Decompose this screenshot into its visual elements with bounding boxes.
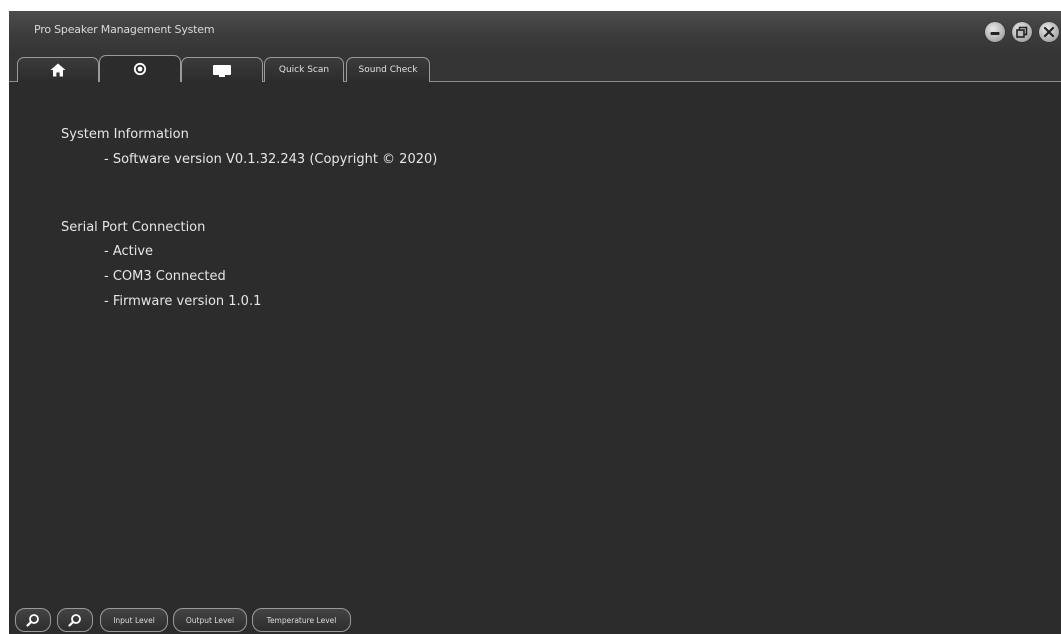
close-button[interactable] (1039, 22, 1059, 42)
zoom-in-icon (26, 614, 39, 627)
temperature-level-label: Temperature Level (266, 615, 337, 625)
monitor-icon (213, 64, 231, 77)
restore-icon (1016, 26, 1028, 38)
tab-quick-scan-label: Quick Scan (278, 65, 330, 75)
system-info-heading: System Information (61, 127, 189, 142)
tab-quick-scan[interactable]: Quick Scan (264, 57, 344, 82)
serial-port-heading: Serial Port Connection (61, 220, 206, 235)
restore-button[interactable] (1012, 22, 1032, 42)
zoom-out-button[interactable] (57, 608, 93, 632)
input-level-label: Input Level (113, 615, 155, 625)
home-icon (50, 63, 66, 77)
zoom-out-icon (68, 614, 81, 627)
firmware-version-text: - Firmware version 1.0.1 (104, 294, 262, 309)
app-window: Pro Speaker Management System Quick Scan… (9, 11, 1061, 634)
minimize-icon (990, 32, 1000, 35)
tab-sound-check[interactable]: Sound Check (346, 57, 430, 82)
close-icon (1043, 26, 1055, 38)
window-controls (985, 22, 1059, 42)
tab-bar: Quick Scan Sound Check (9, 51, 1061, 82)
input-level-button[interactable]: Input Level (100, 608, 168, 632)
output-level-label: Output Level (185, 615, 235, 625)
tab-home[interactable] (17, 57, 99, 82)
settings-panel: System Information - Software version V0… (9, 82, 1061, 604)
tab-settings[interactable] (99, 55, 181, 82)
bottom-toolbar: Input Level Output Level Temperature Lev… (9, 604, 1061, 634)
serial-port-text: - COM3 Connected (104, 269, 226, 284)
title-bar[interactable]: Pro Speaker Management System (9, 11, 1061, 51)
minimize-button[interactable] (985, 22, 1005, 42)
software-version-text: - Software version V0.1.32.243 (Copyrigh… (104, 152, 438, 167)
settings-icon (133, 62, 147, 76)
serial-status-text: - Active (104, 244, 154, 259)
window-title: Pro Speaker Management System (34, 23, 215, 36)
temperature-level-button[interactable]: Temperature Level (252, 608, 351, 632)
zoom-in-button[interactable] (15, 608, 51, 632)
tab-display[interactable] (181, 57, 263, 82)
tab-sound-check-label: Sound Check (358, 65, 418, 75)
output-level-button[interactable]: Output Level (173, 608, 247, 632)
